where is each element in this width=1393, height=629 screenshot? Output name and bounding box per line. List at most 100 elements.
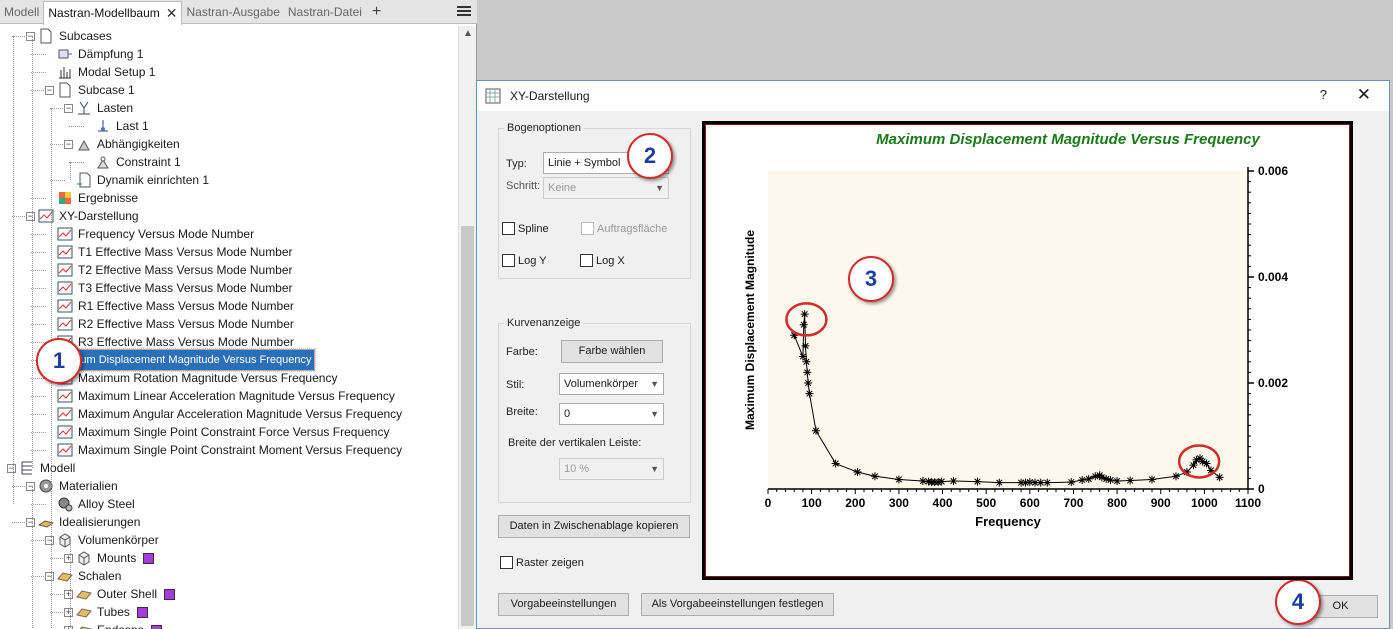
- expand-icon[interactable]: +: [64, 589, 73, 599]
- close-dialog-button[interactable]: ✕: [1357, 85, 1371, 105]
- plot-canvas: Maximum Displacement Magnitude Versus Fr…: [705, 124, 1350, 577]
- tree-item[interactable]: Dämpfung 1: [45, 45, 145, 63]
- tree-item[interactable]: + Endcaps: [64, 621, 162, 629]
- expand-icon[interactable]: +: [64, 625, 73, 629]
- tree-item[interactable]: − Subcase 1: [45, 81, 137, 99]
- leiste-select[interactable]: 10 % ▼: [559, 458, 664, 480]
- tree-item[interactable]: R2 Effective Mass Versus Mode Number: [45, 315, 296, 333]
- tree-connector: [50, 558, 65, 559]
- log-y-checkbox[interactable]: Log Y: [502, 254, 547, 267]
- schritt-select[interactable]: Keine ▼: [543, 177, 669, 199]
- x-tick-label: 400: [933, 496, 953, 510]
- tree-item[interactable]: − Volumenkörper: [45, 531, 161, 549]
- damping-icon: [57, 46, 73, 62]
- tree-item[interactable]: Maximum Linear Acceleration Magnitude Ve…: [45, 387, 397, 405]
- collapse-icon[interactable]: −: [45, 85, 54, 95]
- farbe-waehlen-button[interactable]: Farbe wählen: [561, 340, 663, 363]
- shell-icon: [76, 586, 92, 602]
- tree-item[interactable]: Frequency Versus Mode Number: [45, 225, 256, 243]
- expand-icon[interactable]: +: [64, 553, 73, 563]
- tree-item-label: Subcases: [59, 29, 112, 43]
- tree-item-label: Idealisierungen: [59, 515, 141, 529]
- collapse-icon[interactable]: −: [26, 517, 35, 527]
- tree-connector: [12, 36, 27, 37]
- tree-item[interactable]: Modal Setup 1: [45, 63, 157, 81]
- tree-connector: [50, 594, 65, 595]
- tree-item[interactable]: Ergebnisse: [45, 189, 140, 207]
- tree-item[interactable]: − Abhängigkeiten: [64, 135, 182, 153]
- tree-item-label: T3 Effective Mass Versus Mode Number: [78, 281, 293, 295]
- collapse-icon[interactable]: −: [45, 571, 54, 581]
- collapse-icon[interactable]: −: [7, 463, 16, 473]
- tree-item[interactable]: − XY-Darstellung: [26, 207, 141, 225]
- data-point-marker: [853, 468, 862, 477]
- menu-icon[interactable]: [457, 4, 471, 18]
- callout-1: 1: [36, 338, 82, 384]
- tree-item[interactable]: − Materialien: [26, 477, 120, 495]
- schritt-label: Schritt:: [506, 180, 541, 192]
- tree-item[interactable]: Maximum Angular Acceleration Magnitude V…: [45, 405, 404, 423]
- tree-item[interactable]: − Subcases: [26, 27, 114, 45]
- tab-nastran-datei[interactable]: Nastran-Datei: [284, 1, 366, 23]
- tree-guide: [32, 486, 33, 629]
- vorgabe-button[interactable]: Vorgabeeinstellungen: [498, 593, 629, 616]
- tree-item[interactable]: Maximum Single Point Constraint Force Ve…: [45, 423, 391, 441]
- tree-guide: [70, 540, 71, 629]
- help-button[interactable]: ?: [1320, 87, 1327, 102]
- tree-item-label: XY-Darstellung: [59, 209, 139, 223]
- tree-item[interactable]: Dynamik einrichten 1: [64, 171, 211, 189]
- collapse-icon[interactable]: −: [26, 481, 35, 491]
- collapse-icon[interactable]: −: [64, 139, 73, 149]
- typ-label: Typ:: [506, 158, 527, 170]
- raster-checkbox[interactable]: Raster zeigen: [500, 556, 584, 569]
- collapse-icon[interactable]: −: [45, 535, 54, 545]
- collapse-icon[interactable]: −: [64, 103, 73, 113]
- tree-item[interactable]: Constraint 1: [83, 153, 183, 171]
- tree-item[interactable]: Maximum Rotation Magnitude Versus Freque…: [45, 369, 339, 387]
- shell-icon: [76, 622, 92, 629]
- data-point-marker: [801, 341, 810, 350]
- tree-item[interactable]: − Modell: [7, 459, 77, 477]
- breite-select[interactable]: 0 ▼: [559, 403, 664, 425]
- tree-item[interactable]: − Schalen: [45, 567, 123, 585]
- close-tab-icon[interactable]: ✕: [166, 2, 178, 25]
- tree-item[interactable]: + Tubes: [64, 603, 148, 621]
- tab-nastran-ausgabe[interactable]: Nastran-Ausgabe: [182, 1, 283, 23]
- tree-item[interactable]: Last 1: [83, 117, 151, 135]
- spline-checkbox[interactable]: Spline: [502, 222, 549, 235]
- copy-data-button[interactable]: Daten in Zwischenablage kopieren: [498, 515, 690, 538]
- tree-item[interactable]: T2 Effective Mass Versus Mode Number: [45, 261, 295, 279]
- chart-title: Maximum Displacement Magnitude Versus Fr…: [876, 131, 1260, 148]
- tree-connector: [31, 306, 46, 307]
- tree-item[interactable]: + Outer Shell: [64, 585, 176, 603]
- tab-modell[interactable]: Modell: [0, 1, 43, 23]
- tree-item-label: Endcaps: [95, 621, 146, 629]
- tree-item-label: Schalen: [78, 569, 122, 583]
- tree-item[interactable]: R1 Effective Mass Versus Mode Number: [45, 297, 296, 315]
- tree-item[interactable]: − Lasten: [64, 99, 135, 117]
- tree-item[interactable]: − Idealisierungen: [26, 513, 142, 531]
- set-defaults-button[interactable]: Als Vorgabeeinstellungen festlegen: [641, 593, 834, 616]
- tree-item[interactable]: T1 Effective Mass Versus Mode Number: [45, 243, 295, 261]
- color-swatch: [164, 588, 176, 600]
- tab-nastran-modellbaum[interactable]: Nastran-Modellbaum ✕: [43, 0, 183, 25]
- callout-4: 4: [1275, 579, 1321, 625]
- log-x-checkbox[interactable]: Log X: [580, 254, 625, 267]
- scroll-up-icon[interactable]: ▲: [463, 28, 473, 39]
- tree-item[interactable]: + Mounts: [64, 549, 155, 567]
- add-tab-icon[interactable]: +: [368, 1, 385, 23]
- tree-item[interactable]: T3 Effective Mass Versus Mode Number: [45, 279, 295, 297]
- data-point-marker: [812, 426, 820, 435]
- tree-scrollbar[interactable]: ▲: [458, 26, 476, 629]
- tree-item[interactable]: Alloy Steel: [45, 495, 137, 513]
- expand-icon[interactable]: +: [64, 607, 73, 617]
- tree-item[interactable]: Maximum Single Point Constraint Moment V…: [45, 441, 404, 459]
- scrollbar-thumb[interactable]: [461, 226, 474, 626]
- stil-select[interactable]: Volumenkörper ▼: [559, 373, 664, 395]
- xy-plot-icon: [57, 226, 73, 242]
- auftragsflaeche-checkbox[interactable]: Auftragsfläche: [581, 222, 667, 235]
- collapse-icon[interactable]: −: [26, 211, 35, 221]
- tree-item-label: Outer Shell: [97, 587, 158, 601]
- spline-label: Spline: [518, 222, 549, 235]
- collapse-icon[interactable]: −: [26, 31, 35, 41]
